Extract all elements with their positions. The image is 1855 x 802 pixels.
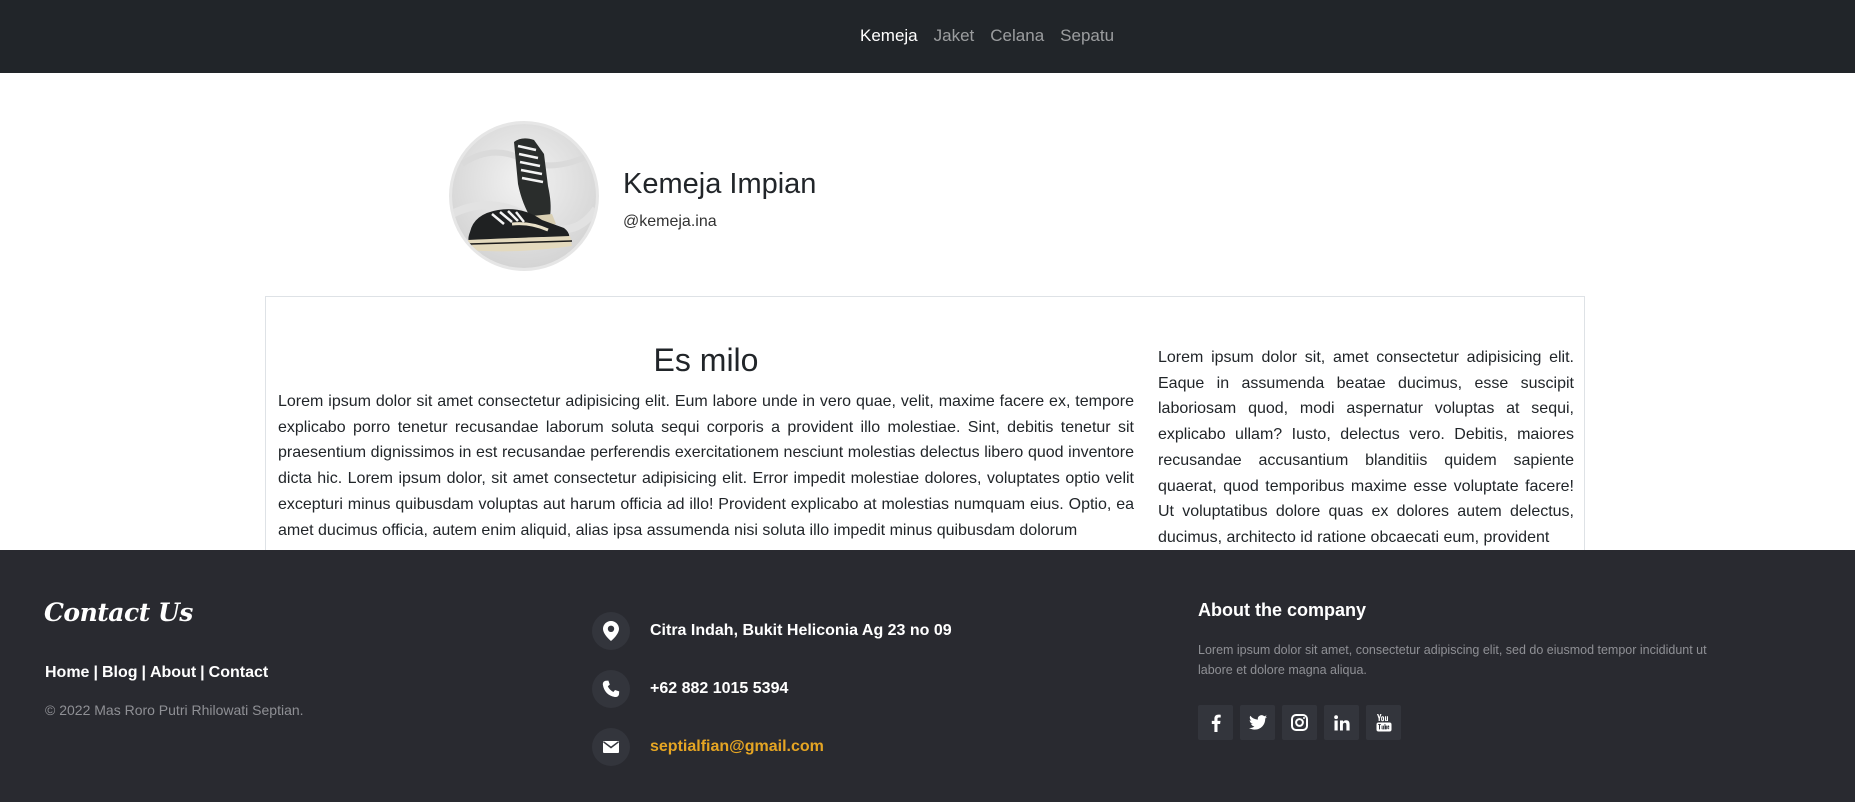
footer-phone-row: +62 882 1015 5394: [592, 670, 788, 708]
instagram-icon[interactable]: [1282, 705, 1317, 740]
linkedin-icon[interactable]: [1324, 705, 1359, 740]
footer-about-text: Lorem ipsum dolor sit amet, consectetur …: [1198, 643, 1707, 677]
footer: Contact Us Home | Blog | About | Contact © 202…: [0, 550, 1855, 802]
footer-link-contact[interactable]: Contact: [209, 664, 269, 681]
footer-link-separator: |: [200, 664, 205, 681]
profile-name: Kemeja Impian: [623, 168, 817, 200]
footer-copyright: © 2022 Mas Roro Putri Rhilowati Septian.: [45, 702, 304, 718]
footer-email-row: septialfian@gmail.com: [592, 728, 824, 766]
nav-link-kemeja[interactable]: Kemeja: [852, 25, 926, 47]
article-left-text: Lorem ipsum dolor sit amet consectetur a…: [278, 393, 1134, 539]
article-right-text: Lorem ipsum dolor sit, amet consectetur …: [1158, 349, 1574, 546]
footer-address: Citra Indah, Bukit Heliconia Ag 23 no 09: [650, 622, 952, 639]
nav-link-celana[interactable]: Celana: [982, 25, 1052, 47]
footer-address-row: Citra Indah, Bukit Heliconia Ag 23 no 09: [592, 612, 952, 650]
footer-links: Home | Blog | About | Contact: [45, 664, 268, 682]
footer-link-blog[interactable]: Blog: [102, 664, 138, 681]
navbar: Kemeja Jaket Celana Sepatu: [0, 0, 1855, 73]
footer-social-links: [1198, 705, 1401, 740]
article-left-column: Es milo Lorem ipsum dolor sit amet conse…: [278, 342, 1134, 543]
footer-contact-title: Contact Us: [44, 598, 193, 627]
sneakers-photo-icon: [452, 124, 596, 268]
nav-link-sepatu[interactable]: Sepatu: [1052, 25, 1122, 47]
nav-links: Kemeja Jaket Celana Sepatu: [852, 25, 1122, 47]
footer-email-link[interactable]: septialfian@gmail.com: [650, 738, 824, 756]
profile-avatar: [449, 121, 599, 271]
article-title: Es milo: [653, 342, 759, 378]
footer-link-separator: |: [141, 664, 146, 681]
phone-icon: [592, 670, 630, 708]
footer-link-home[interactable]: Home: [45, 664, 89, 681]
youtube-icon[interactable]: [1366, 705, 1401, 740]
nav-link-jaket[interactable]: Jaket: [926, 25, 983, 47]
article-right-column: Lorem ipsum dolor sit, amet consectetur …: [1158, 345, 1574, 551]
twitter-icon[interactable]: [1240, 705, 1275, 740]
envelope-icon: [592, 728, 630, 766]
profile-handle: @kemeja.ina: [623, 213, 717, 230]
map-marker-icon: [592, 612, 630, 650]
footer-link-separator: |: [93, 664, 98, 681]
facebook-icon[interactable]: [1198, 705, 1233, 740]
footer-link-about[interactable]: About: [150, 664, 196, 681]
footer-phone: +62 882 1015 5394: [650, 680, 789, 697]
footer-about-title: About the company: [1198, 600, 1367, 620]
